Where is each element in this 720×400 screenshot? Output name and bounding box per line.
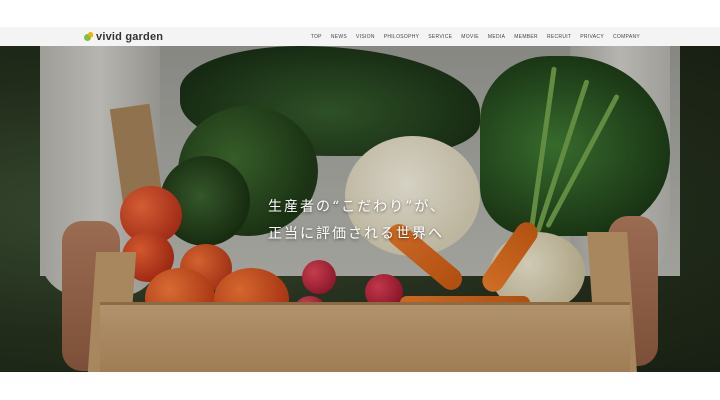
hero-tagline: 生産者の“こだわり”が、 正当に評価される世界へ — [268, 194, 446, 248]
nav-service[interactable]: SERVICE — [428, 34, 452, 40]
hero-tagline-line-2: 正当に評価される世界へ — [268, 226, 444, 242]
nav-news[interactable]: NEWS — [331, 34, 347, 40]
nav-privacy[interactable]: PRIVACY — [580, 34, 604, 40]
hero-section: 生産者の“こだわり”が、 正当に評価される世界へ — [0, 46, 720, 372]
nav-member[interactable]: MEMBER — [514, 34, 538, 40]
nav-movie[interactable]: MOVIE — [461, 34, 479, 40]
brand-name: vivid garden — [96, 30, 164, 43]
nav-philosophy[interactable]: PHILOSOPHY — [384, 34, 420, 40]
nav-recruit[interactable]: RECRUIT — [547, 34, 571, 40]
brand-logo-link[interactable]: vivid garden — [84, 27, 163, 46]
nav-top[interactable]: TOP — [311, 34, 322, 40]
hero-tagline-line-1: 生産者の“こだわり”が、 — [268, 199, 447, 215]
main-nav: TOP NEWS VISION PHILOSOPHY SERVICE MOVIE… — [311, 27, 640, 46]
nav-company[interactable]: COMPANY — [613, 34, 640, 40]
top-navigation-bar: vivid garden TOP NEWS VISION PHILOSOPHY … — [0, 27, 720, 46]
leaf-logo-icon — [84, 32, 93, 41]
nav-vision[interactable]: VISION — [356, 34, 375, 40]
nav-media[interactable]: MEDIA — [488, 34, 505, 40]
